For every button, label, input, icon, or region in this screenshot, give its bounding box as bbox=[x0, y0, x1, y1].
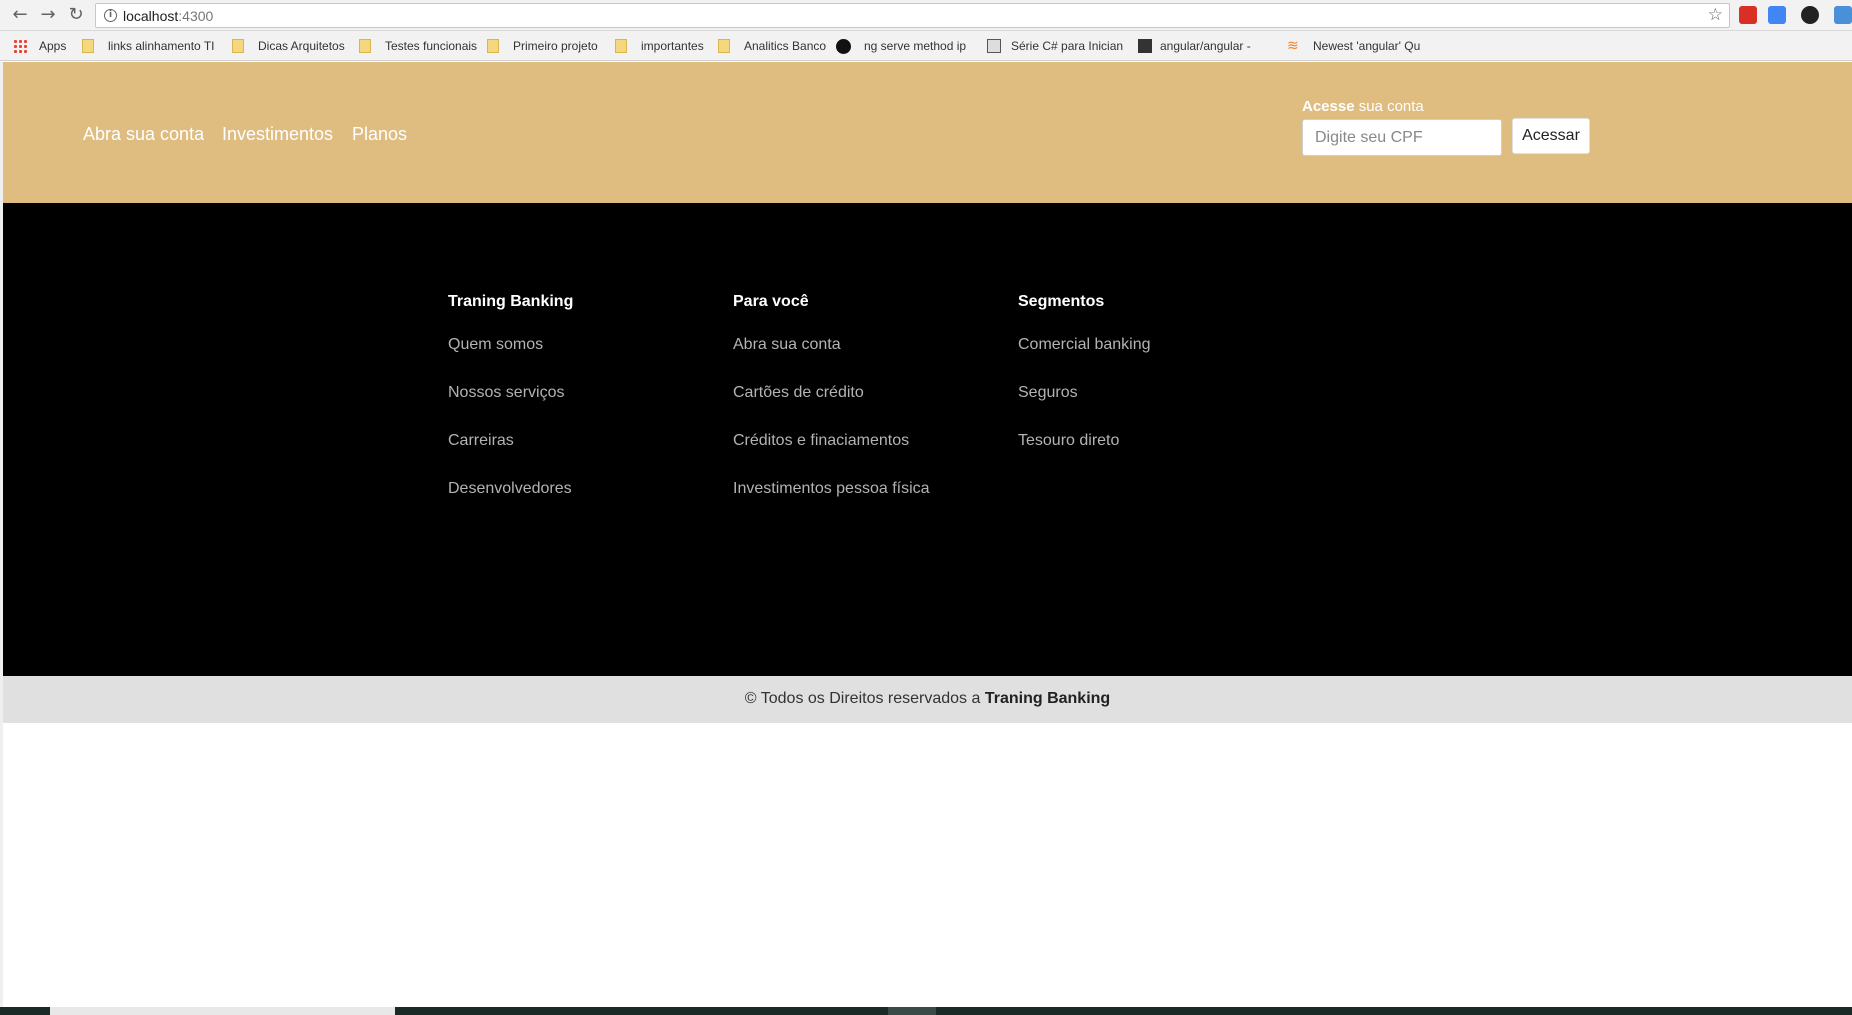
footer-link-creditos-e-financiamentos[interactable]: Créditos e finaciamentos bbox=[733, 430, 930, 478]
footer-column-segmentos: Segmentos Comercial banking Seguros Teso… bbox=[1018, 293, 1151, 478]
footer-column-traning-banking: Traning Banking Quem somos Nossos serviç… bbox=[448, 293, 573, 526]
footer-column-title: Traning Banking bbox=[448, 293, 574, 310]
copyright-brand: Traning Banking bbox=[984, 690, 1111, 707]
extension-round-icon[interactable] bbox=[1801, 6, 1819, 24]
github-icon bbox=[1138, 39, 1152, 53]
extension-translate-icon[interactable] bbox=[1768, 6, 1786, 24]
footer-link-quem-somos[interactable]: Quem somos bbox=[448, 334, 573, 382]
address-bar[interactable]: i localhost:4300 ☆ bbox=[95, 3, 1730, 28]
bookmark-testes-funcionais[interactable]: Testes funcionais bbox=[359, 38, 477, 54]
site-footer: Traning Banking Quem somos Nossos serviç… bbox=[3, 203, 1852, 676]
bookmark-apps[interactable]: Apps bbox=[13, 38, 66, 54]
footer-column-para-voce: Para você Abra sua conta Cartões de créd… bbox=[733, 293, 930, 526]
nav-abra-sua-conta[interactable]: Abra sua conta bbox=[83, 124, 204, 145]
footer-link-cartoes-de-credito[interactable]: Cartões de crédito bbox=[733, 382, 930, 430]
folder-icon bbox=[615, 39, 627, 53]
browser-toolbar: ← → ↻ i localhost:4300 ☆ bbox=[0, 0, 1852, 31]
extension-cloud-icon[interactable] bbox=[1834, 6, 1852, 24]
folder-icon bbox=[232, 39, 244, 53]
footer-link-comercial-banking[interactable]: Comercial banking bbox=[1018, 334, 1151, 382]
folder-icon bbox=[487, 39, 499, 53]
folder-icon bbox=[359, 39, 371, 53]
url-text: localhost:4300 bbox=[123, 8, 214, 24]
bookmark-serie-csharp[interactable]: Série C# para Inician bbox=[987, 38, 1123, 54]
site-icon bbox=[987, 39, 1001, 53]
extension-mail-icon[interactable] bbox=[1739, 6, 1757, 24]
folder-icon bbox=[82, 39, 94, 53]
bookmark-dicas-arquitetos[interactable]: Dicas Arquitetos bbox=[232, 38, 345, 54]
bookmark-analitics-banco[interactable]: Analitics Banco bbox=[718, 38, 826, 54]
cpf-input[interactable] bbox=[1302, 119, 1502, 156]
footer-link-tesouro-direto[interactable]: Tesouro direto bbox=[1018, 430, 1151, 478]
apps-icon bbox=[13, 39, 27, 53]
footer-link-nossos-servicos[interactable]: Nossos serviços bbox=[448, 382, 573, 430]
forward-arrow-icon[interactable]: → bbox=[38, 5, 58, 25]
login-label: Acesse sua conta bbox=[1302, 98, 1424, 115]
footer-link-desenvolvedores[interactable]: Desenvolvedores bbox=[448, 478, 573, 526]
info-icon[interactable]: i bbox=[104, 9, 117, 22]
bookmark-ng-serve[interactable]: ng serve method ip bbox=[836, 38, 966, 54]
back-arrow-icon[interactable]: ← bbox=[10, 5, 30, 25]
github-icon bbox=[836, 38, 851, 54]
bookmark-importantes[interactable]: importantes bbox=[615, 38, 704, 54]
bookmark-links-alinhamento[interactable]: links alinhamento TI bbox=[82, 38, 215, 54]
bookmark-newest-angular[interactable]: ≋ Newest 'angular' Qu bbox=[1287, 38, 1420, 54]
stackoverflow-icon: ≋ bbox=[1287, 38, 1299, 54]
bookmark-angular-angular[interactable]: angular/angular - bbox=[1138, 38, 1251, 54]
nav-investimentos[interactable]: Investimentos bbox=[222, 124, 333, 145]
bookmark-star-icon[interactable]: ☆ bbox=[1708, 5, 1723, 25]
bookmarks-bar: Apps links alinhamento TI Dicas Arquitet… bbox=[0, 31, 1852, 61]
taskbar-app[interactable] bbox=[888, 1007, 936, 1015]
footer-column-title: Para você bbox=[733, 293, 809, 310]
footer-column-title: Segmentos bbox=[1018, 293, 1105, 310]
os-taskbar bbox=[0, 1007, 1852, 1015]
footer-link-carreiras[interactable]: Carreiras bbox=[448, 430, 573, 478]
footer-link-seguros[interactable]: Seguros bbox=[1018, 382, 1151, 430]
copyright-bar: © Todos os Direitos reservados a Traning… bbox=[3, 676, 1852, 723]
bookmark-primeiro-projeto[interactable]: Primeiro projeto bbox=[487, 38, 598, 54]
footer-link-abra-sua-conta[interactable]: Abra sua conta bbox=[733, 334, 930, 382]
folder-icon bbox=[718, 39, 730, 53]
nav-planos[interactable]: Planos bbox=[352, 124, 407, 145]
footer-link-investimentos-pessoa-fisica[interactable]: Investimentos pessoa física bbox=[733, 478, 930, 526]
access-button[interactable]: Acessar bbox=[1512, 118, 1590, 154]
taskbar-search[interactable] bbox=[50, 1007, 395, 1015]
reload-icon[interactable]: ↻ bbox=[66, 5, 86, 25]
